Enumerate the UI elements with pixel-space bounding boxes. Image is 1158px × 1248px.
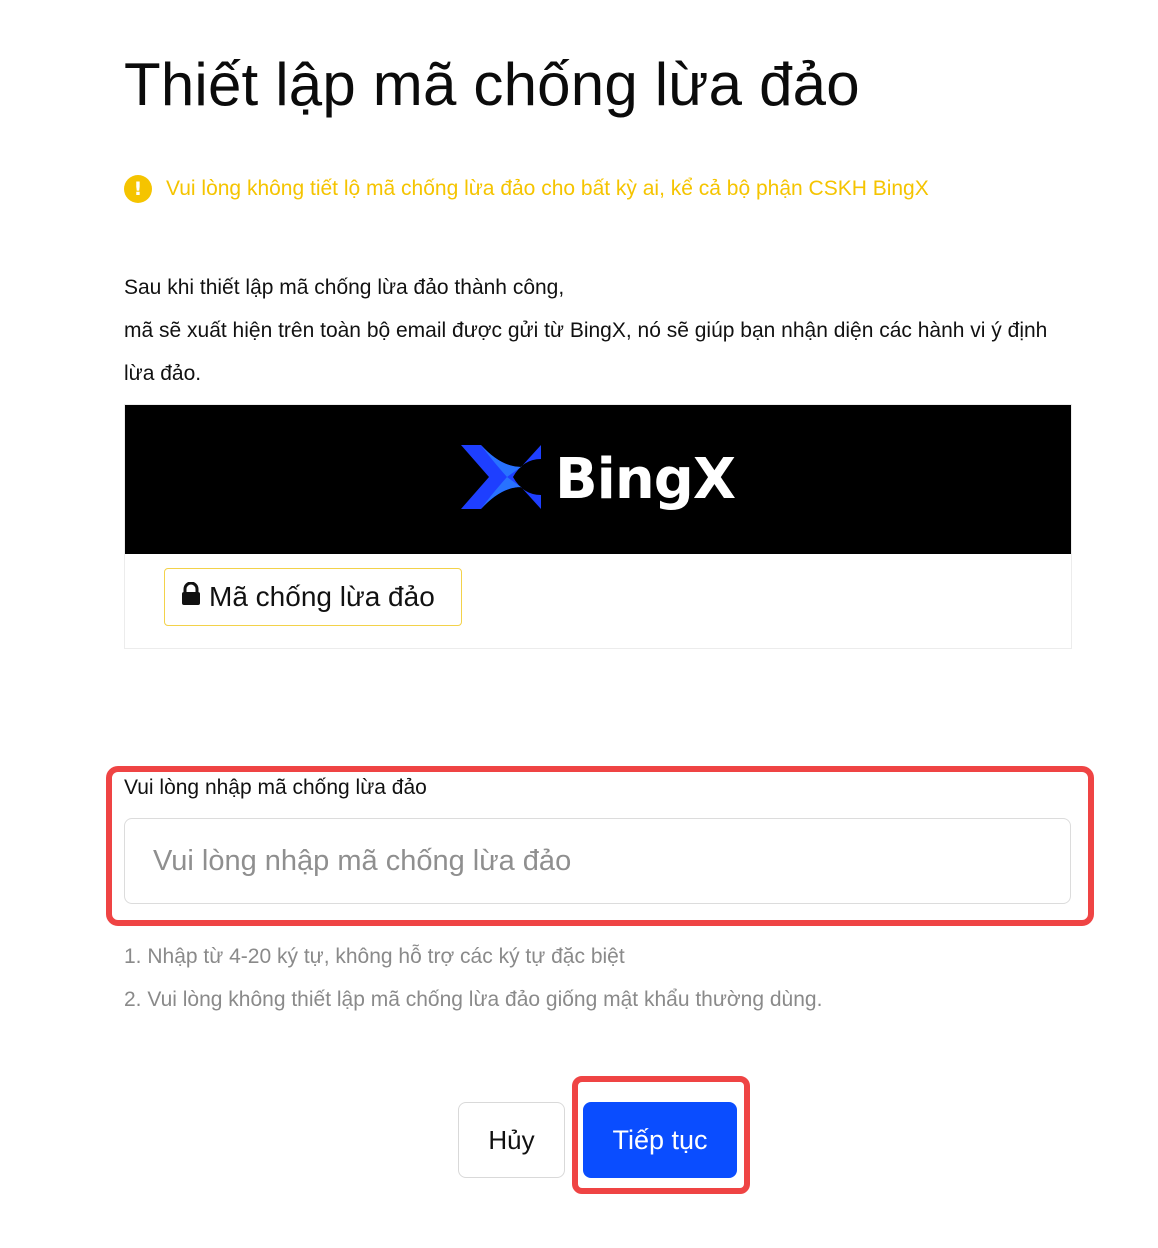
input-rules: 1. Nhập từ 4-20 ký tự, không hỗ trợ các … <box>124 935 822 1021</box>
continue-button[interactable]: Tiếp tục <box>583 1102 737 1178</box>
info-icon: ! <box>124 175 152 203</box>
email-preview: BingX Mã chống lừa đảo <box>124 404 1072 649</box>
anti-phishing-code-input[interactable] <box>124 818 1071 904</box>
email-header: BingX <box>125 405 1071 554</box>
description-line-1: Sau khi thiết lập mã chống lừa đảo thành… <box>124 276 565 299</box>
cancel-button[interactable]: Hủy <box>458 1102 565 1178</box>
warning-notice: ! Vui lòng không tiết lộ mã chống lừa đả… <box>124 175 929 203</box>
page-title: Thiết lập mã chống lừa đảo <box>124 51 860 118</box>
bingx-logo-icon <box>460 445 541 514</box>
description-line-2: mã sẽ xuất hiện trên toàn bộ email được … <box>124 319 1048 385</box>
rule-item: 1. Nhập từ 4-20 ký tự, không hỗ trợ các … <box>124 945 625 968</box>
warning-text: Vui lòng không tiết lộ mã chống lừa đảo … <box>166 177 929 200</box>
code-field-label: Vui lòng nhập mã chống lừa đảo <box>124 776 427 799</box>
brand-name: BingX <box>554 447 736 512</box>
description: Sau khi thiết lập mã chống lừa đảo thành… <box>124 266 1064 395</box>
anti-phishing-code-chip: Mã chống lừa đảo <box>164 568 462 626</box>
lock-icon <box>181 581 201 613</box>
rule-item: 2. Vui lòng không thiết lập mã chống lừa… <box>124 988 823 1011</box>
code-chip-label: Mã chống lừa đảo <box>209 581 435 612</box>
